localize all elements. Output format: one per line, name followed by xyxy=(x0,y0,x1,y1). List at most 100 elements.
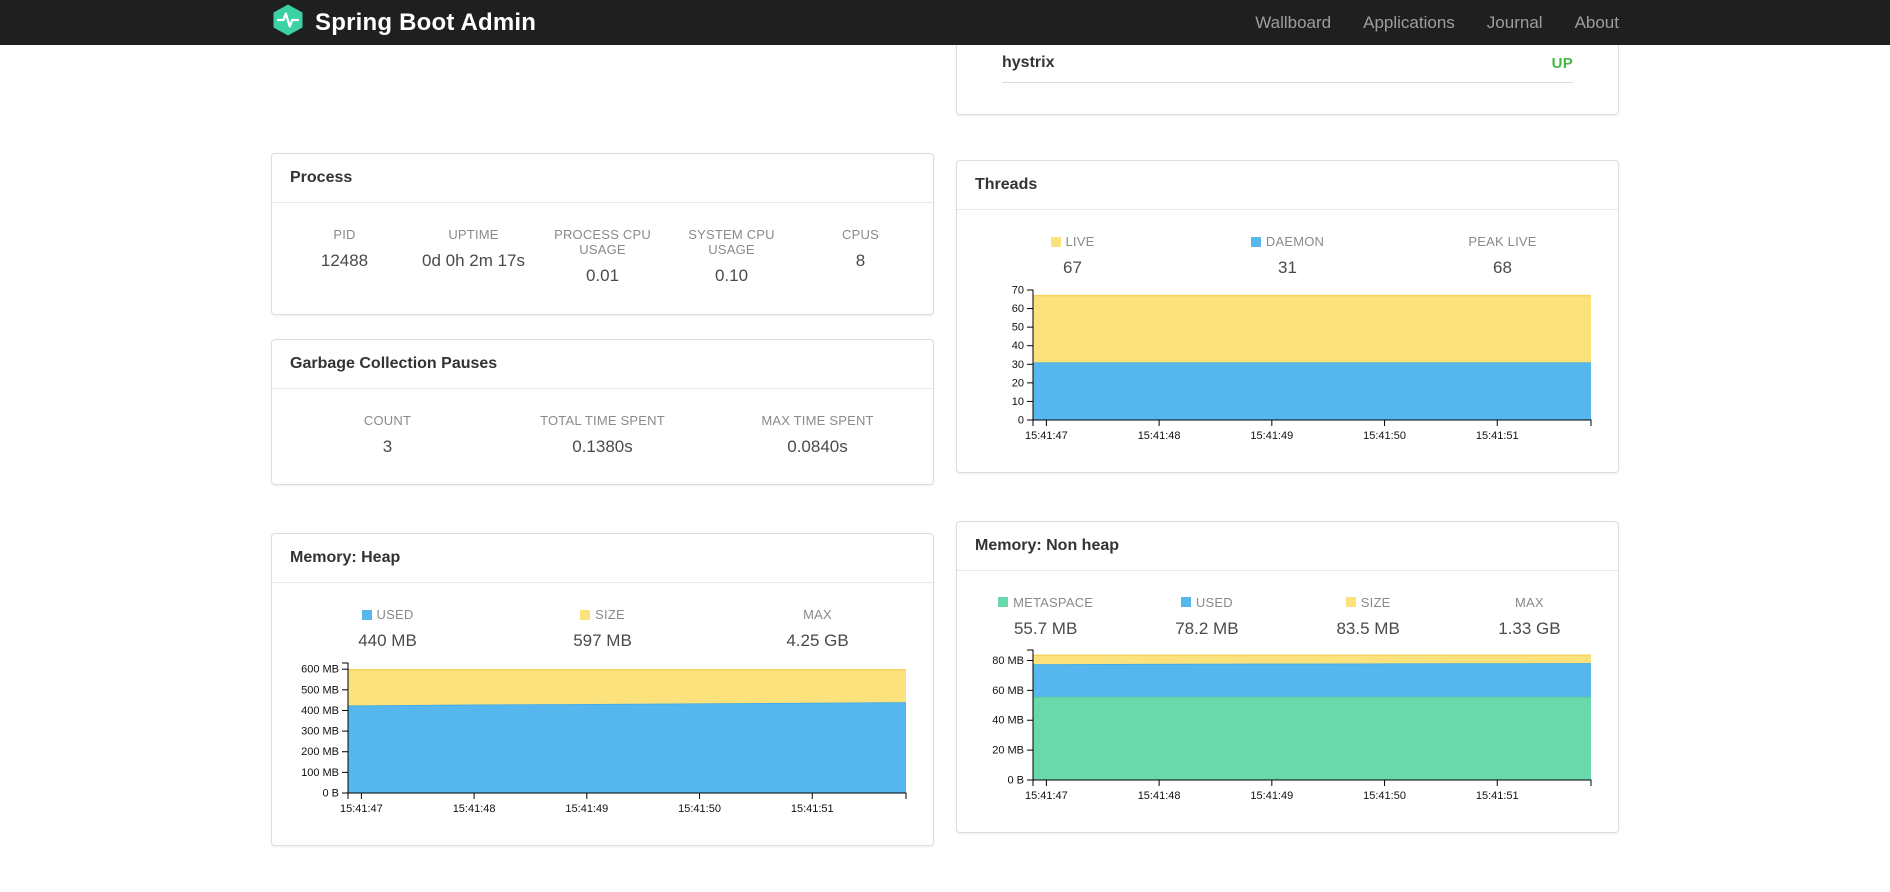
application-status-panel: hystrix UP xyxy=(956,45,1619,115)
metric-label: COUNT xyxy=(363,412,412,428)
metric-used: USED 440 MB xyxy=(280,607,495,651)
svg-text:100 MB: 100 MB xyxy=(301,767,339,779)
metric-value: 12488 xyxy=(320,251,369,270)
svg-text:15:41:49: 15:41:49 xyxy=(1250,430,1293,442)
svg-text:10: 10 xyxy=(1012,396,1024,408)
memory-heap-panel-title: Memory: Heap xyxy=(272,534,933,584)
metric-label: USED xyxy=(1126,595,1287,610)
application-name: hystrix xyxy=(1002,54,1055,71)
metric-count: COUNT 3 xyxy=(280,413,495,457)
svg-text:15:41:48: 15:41:48 xyxy=(1138,430,1181,442)
metric-process-cpu-usage: PROCESS CPU USAGE 0.01 xyxy=(538,227,667,286)
metric-peak-live: PEAK LIVE 68 xyxy=(1395,234,1610,278)
gc-metrics: COUNT 3 TOTAL TIME SPENT 0.1380s MAX TIME SP… xyxy=(272,389,933,485)
svg-text:15:41:51: 15:41:51 xyxy=(1476,790,1519,802)
metric-max: MAX 4.25 GB xyxy=(710,607,925,651)
legend-swatch-icon xyxy=(361,609,372,620)
metric-value: 1.33 GB xyxy=(1498,618,1561,638)
svg-text:30: 30 xyxy=(1012,358,1024,370)
svg-text:40 MB: 40 MB xyxy=(992,715,1024,727)
svg-text:15:41:49: 15:41:49 xyxy=(1250,790,1293,802)
brand-link[interactable]: Spring Boot Admin xyxy=(271,3,536,42)
metric-value: 0.0840s xyxy=(787,436,848,456)
metric-pid: PID 12488 xyxy=(280,227,409,286)
legend-swatch-icon xyxy=(580,609,591,620)
metric-value: 55.7 MB xyxy=(1013,618,1078,638)
metric-label: SIZE xyxy=(495,607,710,622)
metric-value: 0.1380s xyxy=(572,436,633,456)
svg-text:15:41:47: 15:41:47 xyxy=(340,803,383,815)
metric-size: SIZE 597 MB xyxy=(495,607,710,651)
metric-value: 67 xyxy=(1063,258,1082,277)
svg-text:70: 70 xyxy=(1012,284,1024,296)
legend-swatch-icon xyxy=(1180,597,1191,608)
metric-label: MAX TIME SPENT xyxy=(761,412,874,428)
metric-daemon: DAEMON 31 xyxy=(1180,234,1395,278)
spring-boot-admin-logo-icon xyxy=(271,3,305,42)
svg-text:200 MB: 200 MB xyxy=(301,746,339,758)
metric-total-time-spent: TOTAL TIME SPENT 0.1380s xyxy=(495,413,710,457)
svg-text:15:41:50: 15:41:50 xyxy=(1363,430,1406,442)
metric-live: LIVE 67 xyxy=(965,234,1180,278)
brand-title: Spring Boot Admin xyxy=(315,8,537,36)
nav-link-journal[interactable]: Journal xyxy=(1455,13,1543,33)
process-panel: Process PID 12488 UPTIME 0d 0h 2m 17s PROCES… xyxy=(271,153,934,315)
metric-value: 0d 0h 2m 17s xyxy=(421,251,525,270)
legend-swatch-icon xyxy=(998,597,1009,608)
heap-chart: 0 B 100 MB 200 MB 300 MB 400 MB 500 MB 600 MB 1… xyxy=(278,653,933,845)
metric-used: USED 78.2 MB xyxy=(1126,595,1287,639)
metric-value: 4.25 GB xyxy=(786,631,849,651)
nonheap-chart: 0 B 20 MB 40 MB 60 MB 80 MB 15:41:47 15:41:48 1… xyxy=(963,640,1618,832)
svg-text:50: 50 xyxy=(1012,321,1024,333)
left-column: Process PID 12488 UPTIME 0d 0h 2m 17s PROCES… xyxy=(271,45,934,847)
svg-text:80 MB: 80 MB xyxy=(992,655,1024,667)
metric-label: CPUS xyxy=(842,227,879,242)
metric-label: USED xyxy=(280,607,495,622)
svg-text:15:41:51: 15:41:51 xyxy=(1476,430,1519,442)
metric-label: DAEMON xyxy=(1180,234,1395,249)
metric-cpus: CPUS 8 xyxy=(796,227,925,286)
metric-label: METASPACE xyxy=(965,595,1126,610)
main-content: Process PID 12488 UPTIME 0d 0h 2m 17s PROCES… xyxy=(271,45,1619,847)
svg-text:15:41:47: 15:41:47 xyxy=(1025,790,1068,802)
svg-text:15:41:49: 15:41:49 xyxy=(565,803,608,815)
metric-value: 8 xyxy=(855,251,866,270)
metric-value: 31 xyxy=(1278,258,1297,277)
nav-link-about[interactable]: About xyxy=(1543,13,1619,33)
metric-uptime: UPTIME 0d 0h 2m 17s xyxy=(409,227,538,286)
svg-text:60: 60 xyxy=(1012,303,1024,315)
svg-text:0 B: 0 B xyxy=(1007,775,1024,787)
application-row-hystrix[interactable]: hystrix UP xyxy=(1002,45,1573,83)
nav-link-wallboard[interactable]: Wallboard xyxy=(1223,13,1331,33)
nonheap-metrics: METASPACE 55.7 MB USED 78.2 MB SIZE 83.5 MB MA… xyxy=(957,571,1618,641)
svg-text:15:41:50: 15:41:50 xyxy=(1363,790,1406,802)
svg-text:20 MB: 20 MB xyxy=(992,745,1024,757)
metric-value: 68 xyxy=(1493,258,1512,277)
metric-size: SIZE 83.5 MB xyxy=(1288,595,1449,639)
process-metrics: PID 12488 UPTIME 0d 0h 2m 17s PROCESS CPU US… xyxy=(272,203,933,314)
legend-swatch-icon xyxy=(1050,236,1061,247)
metric-label: TOTAL TIME SPENT xyxy=(540,412,665,428)
panel-bottom-padding xyxy=(957,83,1618,114)
threads-panel: Threads LIVE 67 DAEMON 31 PEAK LIVE 68 0 10 20 3… xyxy=(956,160,1619,473)
svg-text:15:41:47: 15:41:47 xyxy=(1025,430,1068,442)
metric-label: PEAK LIVE xyxy=(1468,234,1537,249)
memory-nonheap-panel-title: Memory: Non heap xyxy=(957,522,1618,571)
metric-value: 78.2 MB xyxy=(1175,618,1239,638)
metric-value: 597 MB xyxy=(573,631,632,651)
metric-label: UPTIME xyxy=(448,227,499,242)
metric-system-cpu-usage: SYSTEM CPU USAGE 0.10 xyxy=(667,227,796,286)
memory-heap-panel: Memory: Heap USED 440 MB SIZE 597 MB MAX 4.25… xyxy=(271,533,934,847)
legend-swatch-icon xyxy=(1345,597,1356,608)
heap-chart-svg: 0 B 100 MB 200 MB 300 MB 400 MB 500 MB 600 MB 1… xyxy=(301,662,907,815)
heap-metrics: USED 440 MB SIZE 597 MB MAX 4.25 GB xyxy=(272,583,933,653)
metric-max-time-spent: MAX TIME SPENT 0.0840s xyxy=(710,413,925,457)
metric-label: SIZE xyxy=(1288,595,1449,610)
svg-text:15:41:48: 15:41:48 xyxy=(1138,790,1181,802)
svg-text:40: 40 xyxy=(1012,340,1024,352)
memory-nonheap-panel: Memory: Non heap METASPACE 55.7 MB USED 78.… xyxy=(956,520,1619,834)
metric-label: MAX xyxy=(803,607,832,623)
svg-text:400 MB: 400 MB xyxy=(301,705,339,717)
nav-link-applications[interactable]: Applications xyxy=(1331,13,1455,33)
svg-text:15:41:50: 15:41:50 xyxy=(678,803,721,815)
